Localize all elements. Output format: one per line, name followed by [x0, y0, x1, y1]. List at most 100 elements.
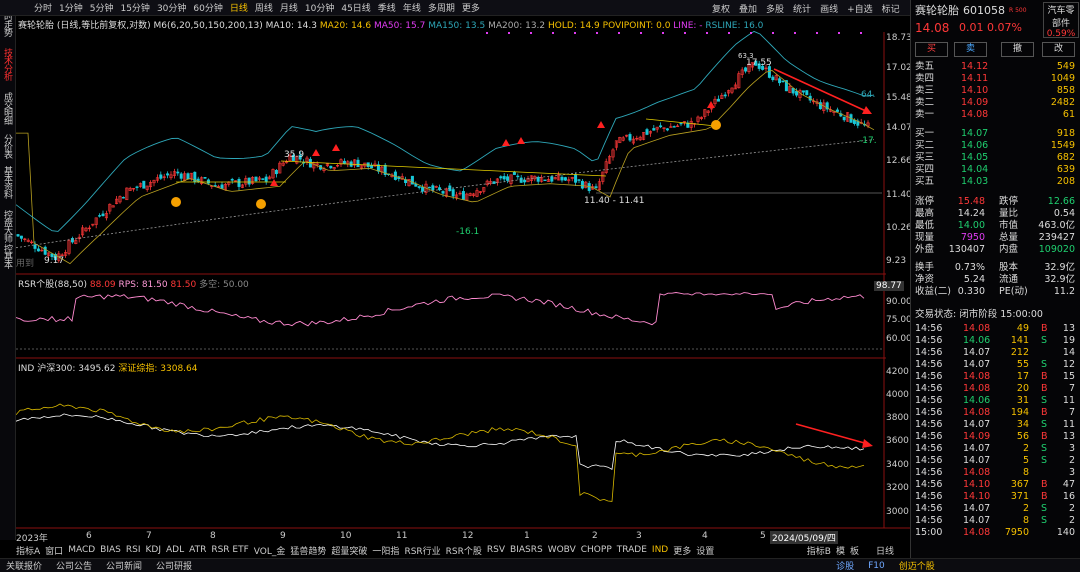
template-tab[interactable]: 模	[836, 544, 845, 557]
tick-time: 14:56	[915, 443, 943, 454]
bid-volume: 1549	[1050, 140, 1075, 151]
indicator-tab[interactable]: RSR个股	[446, 544, 482, 557]
indicator-tab[interactable]: RSR ETF	[211, 545, 248, 555]
pivot-dot	[860, 32, 862, 34]
rsr-legend-rps: RPS: 81.50	[118, 280, 168, 290]
tab-deals[interactable]: 成交明细	[2, 92, 14, 124]
indicator-tab[interactable]: ADL	[166, 545, 184, 555]
mid-label: 35.9	[284, 150, 305, 160]
period-item-active[interactable]: 日线	[230, 1, 248, 14]
indicator-tab[interactable]: 猛兽趋势	[290, 544, 326, 557]
stat-value: 109020	[1038, 244, 1075, 255]
tick-price: 14.07	[963, 347, 991, 358]
tab-technical[interactable]: 技术分析	[2, 48, 14, 80]
candle-body	[767, 66, 771, 78]
buy-button[interactable]: 买	[915, 42, 948, 57]
tool-draw[interactable]: 画线	[820, 2, 838, 15]
status-research[interactable]: 公司研报	[156, 559, 192, 572]
tick-count: 47	[1062, 479, 1075, 490]
tool-overlay[interactable]: 叠加	[739, 2, 757, 15]
status-news[interactable]: 公司新闻	[106, 559, 142, 572]
tab-control-basic[interactable]: 控基本	[2, 244, 14, 268]
bid-label: 买三	[915, 152, 935, 163]
candle-body	[805, 90, 809, 95]
indicator-tab[interactable]: TRADE	[617, 545, 647, 555]
period-item[interactable]: 年线	[403, 1, 421, 14]
status-announcements[interactable]: 公司公告	[56, 559, 92, 572]
period-item[interactable]: 60分钟	[193, 1, 222, 14]
status-stock[interactable]: 创迈个股	[899, 559, 935, 572]
chart-area[interactable]: 赛轮轮胎 (日线,等比前复权,对数) M6(6,20,50,150,200,13…	[15, 16, 912, 544]
stat-label: PE(动)	[999, 286, 1028, 297]
price-tick: 11.40	[886, 190, 912, 200]
period-item[interactable]: 30分钟	[157, 1, 186, 14]
ind-legend-szzs: 深证综指: 3308.64	[118, 364, 198, 374]
tool-multi[interactable]: 多股	[766, 2, 784, 15]
indicator-tab[interactable]: 窗口	[45, 544, 63, 557]
period-item[interactable]: 分时	[34, 1, 52, 14]
indicator-tab[interactable]: ATR	[189, 545, 206, 555]
indicator-tab[interactable]: RSR行业	[404, 544, 440, 557]
status-related[interactable]: 关联报价	[6, 559, 42, 572]
candle-body	[36, 248, 40, 252]
period-item[interactable]: 季线	[378, 1, 396, 14]
indicator-tab[interactable]: 设置	[696, 544, 714, 557]
indicator-tab-active[interactable]: IND	[652, 545, 668, 555]
indicator-b-tab[interactable]: 指标B	[807, 544, 831, 557]
indicator-tab[interactable]: BIAS	[100, 545, 121, 555]
tab-price-table[interactable]: 分价表	[2, 134, 14, 158]
sell-button[interactable]: 卖	[954, 42, 987, 57]
indicator-tab[interactable]: BIASRS	[510, 545, 543, 555]
status-f10[interactable]: F10	[868, 561, 885, 571]
stat-value: 0.54	[1053, 208, 1075, 219]
board-tab[interactable]: 板	[850, 544, 859, 557]
indicator-tab[interactable]: 超量突破	[331, 544, 367, 557]
stat-value: 5.24	[963, 274, 985, 285]
candle-body	[98, 215, 102, 217]
ask-label: 卖二	[915, 97, 935, 108]
indicator-tab[interactable]: VOL_金	[254, 544, 286, 557]
indicator-tab[interactable]: KDJ	[146, 545, 162, 555]
pivot-dot	[794, 32, 796, 34]
indicator-tab[interactable]: WOBV	[548, 545, 576, 555]
tool-stats[interactable]: 统计	[793, 2, 811, 15]
period-item[interactable]: 10分钟	[305, 1, 334, 14]
period-item[interactable]: 15分钟	[120, 1, 149, 14]
candle-body	[716, 98, 720, 102]
modify-button[interactable]: 改	[1042, 42, 1075, 57]
indicator-tab[interactable]: 一阳指	[372, 544, 399, 557]
period-item[interactable]: 5分钟	[90, 1, 114, 14]
legend-ma20: MA20: 14.6	[319, 21, 372, 31]
indicator-tab[interactable]: RSI	[126, 545, 141, 555]
period-item[interactable]: 多周期	[428, 1, 455, 14]
indicator-tab[interactable]: RSV	[487, 545, 505, 555]
period-indicator[interactable]: 日线	[876, 544, 894, 557]
tick-time: 14:56	[915, 503, 943, 514]
period-item[interactable]: 月线	[280, 1, 298, 14]
ask-price: 14.12	[961, 61, 989, 72]
period-more[interactable]: 更多	[462, 1, 480, 14]
pivot-dot	[684, 32, 686, 34]
candle-body	[516, 175, 520, 178]
tab-control[interactable]: 控盘大师	[2, 210, 14, 242]
tick-volume: 56	[1016, 431, 1029, 442]
tool-add-favorite[interactable]: +自选	[847, 2, 873, 15]
period-item[interactable]: 45日线	[341, 1, 370, 14]
indicator-tab[interactable]: 更多	[673, 544, 691, 557]
tool-adjust[interactable]: 复权	[712, 2, 730, 15]
pivot-dot	[552, 32, 554, 34]
tab-fundamentals[interactable]: 基本资料	[2, 166, 14, 198]
tool-mark[interactable]: 标记	[882, 2, 900, 15]
ask-price: 14.09	[961, 97, 989, 108]
status-diagnose[interactable]: 诊股	[836, 559, 854, 572]
tick-price: 14.08	[963, 323, 991, 334]
period-item[interactable]: 1分钟	[59, 1, 83, 14]
indicator-tab[interactable]: 指标A	[16, 544, 40, 557]
stock-name: 赛轮轮胎	[915, 4, 959, 17]
x-tick: 9	[280, 531, 286, 541]
tick-price: 14.08	[963, 407, 991, 418]
indicator-tab[interactable]: CHOPP	[581, 545, 612, 555]
period-item[interactable]: 周线	[255, 1, 273, 14]
cancel-button[interactable]: 撤	[1001, 42, 1034, 57]
indicator-tab[interactable]: MACD	[68, 545, 95, 555]
